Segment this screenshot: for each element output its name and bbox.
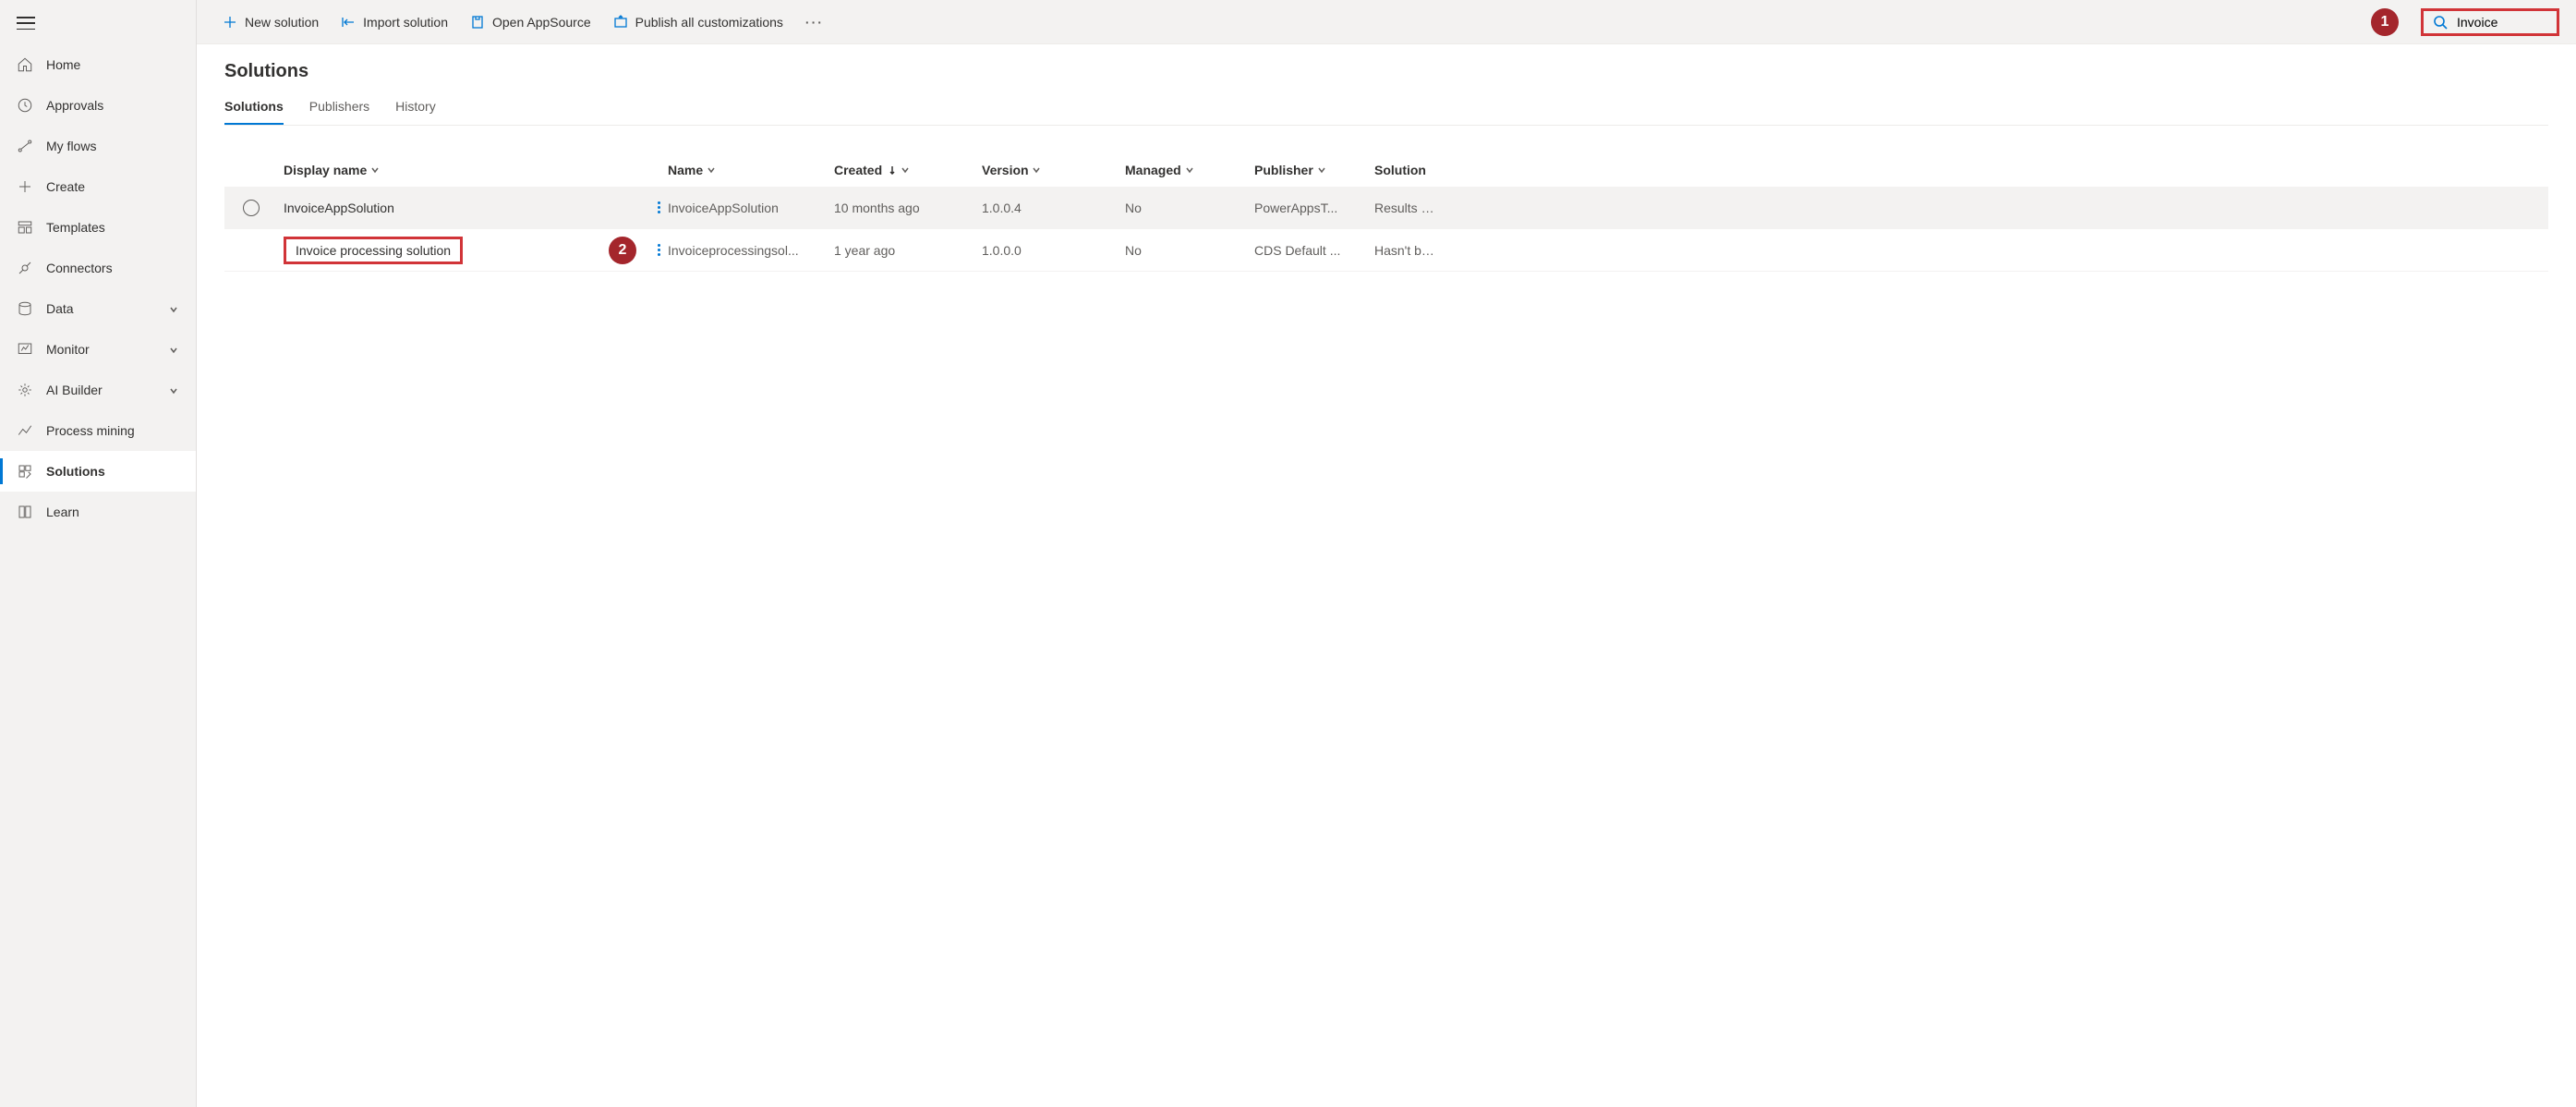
templates-icon [17,219,33,236]
cell-managed: No [1125,243,1254,258]
cell-version: 1.0.0.4 [982,201,1125,215]
cmd-label: Publish all customizations [635,15,783,30]
solutions-icon [17,463,33,480]
cell-name: Invoiceprocessingsol... [668,243,834,258]
sidebar-item-label: My flows [46,139,179,153]
learn-icon [17,504,33,520]
chevron-down-icon [1032,163,1041,177]
table-row[interactable]: Invoice processing solution 2 Invoicepro… [224,229,2548,272]
sidebar-item-label: Process mining [46,423,179,438]
sidebar-item-templates[interactable]: Templates [0,207,196,248]
chevron-down-icon [370,163,380,177]
sort-desc-icon [888,163,897,177]
hamburger-menu[interactable] [17,17,35,30]
cell-solution: Hasn't been [1374,243,1457,258]
ai-icon [17,382,33,398]
cell-publisher: PowerAppsT... [1254,201,1374,215]
sidebar-item-create[interactable]: Create [0,166,196,207]
chevron-down-icon [1317,163,1326,177]
sidebar-item-aibuilder[interactable]: AI Builder [0,370,196,410]
sidebar-item-label: AI Builder [46,383,168,397]
cell-name: InvoiceAppSolution [668,201,834,215]
appsource-icon [470,15,485,30]
sidebar-item-home[interactable]: Home [0,44,196,85]
col-created[interactable]: Created [834,163,982,177]
sidebar-item-label: Connectors [46,261,179,275]
sidebar-item-label: Approvals [46,98,179,113]
import-solution-button[interactable]: Import solution [332,9,457,35]
sidebar-item-label: Templates [46,220,179,235]
cell-created: 10 months ago [834,201,982,215]
col-displayname[interactable]: Display name [280,163,668,177]
chevron-down-icon [707,163,716,177]
cmd-label: New solution [245,15,319,30]
search-icon [2433,15,2448,30]
row-menu-button[interactable] [649,244,668,256]
sidebar-item-solutions[interactable]: Solutions [0,451,196,492]
tab-publishers[interactable]: Publishers [309,99,369,125]
approvals-icon [17,97,33,114]
chevron-down-icon [168,303,179,314]
sidebar-item-label: Monitor [46,342,168,357]
import-icon [341,15,356,30]
table-row[interactable]: InvoiceAppSolution InvoiceAppSolution 10… [224,187,2548,229]
new-solution-button[interactable]: New solution [213,9,328,35]
sidebar-item-approvals[interactable]: Approvals [0,85,196,126]
open-appsource-button[interactable]: Open AppSource [461,9,600,35]
sidebar-item-connectors[interactable]: Connectors [0,248,196,288]
col-publisher[interactable]: Publisher [1254,163,1374,177]
tab-history[interactable]: History [395,99,436,125]
sidebar-item-label: Home [46,57,179,72]
plus-icon [223,15,237,30]
sidebar-item-data[interactable]: Data [0,288,196,329]
sidebar-item-monitor[interactable]: Monitor [0,329,196,370]
solution-link[interactable]: Invoice processing solution [284,237,463,264]
cmd-label: Import solution [363,15,448,30]
col-version[interactable]: Version [982,163,1125,177]
search-box[interactable] [2421,8,2559,36]
cell-managed: No [1125,201,1254,215]
publish-icon [613,15,628,30]
chevron-down-icon [901,163,910,177]
cell-publisher: CDS Default ... [1254,243,1374,258]
search-input[interactable] [2457,15,2531,30]
flows-icon [17,138,33,154]
col-managed[interactable]: Managed [1125,163,1254,177]
connectors-icon [17,260,33,276]
sidebar-item-label: Solutions [46,464,179,479]
sidebar-item-label: Learn [46,505,179,519]
solution-link[interactable]: InvoiceAppSolution [284,201,394,215]
monitor-icon [17,341,33,358]
sidebar-item-learn[interactable]: Learn [0,492,196,532]
cell-created: 1 year ago [834,243,982,258]
col-name[interactable]: Name [668,163,834,177]
cell-solution: Results exp [1374,201,1457,215]
process-icon [17,422,33,439]
publish-all-button[interactable]: Publish all customizations [604,9,792,35]
chevron-down-icon [168,384,179,395]
col-solution[interactable]: Solution [1374,163,1457,177]
chevron-down-icon [168,344,179,355]
plus-icon [17,178,33,195]
sidebar-item-processmining[interactable]: Process mining [0,410,196,451]
cell-version: 1.0.0.0 [982,243,1125,258]
chevron-down-icon [1185,163,1194,177]
cmd-label: Open AppSource [492,15,591,30]
callout-2: 2 [609,237,636,264]
page-title: Solutions [224,61,2548,82]
sidebar-item-label: Create [46,179,179,194]
more-commands-button[interactable]: ··· [796,9,833,35]
row-menu-button[interactable] [649,201,668,213]
home-icon [17,56,33,73]
data-icon [17,300,33,317]
sidebar-item-myflows[interactable]: My flows [0,126,196,166]
sidebar-item-label: Data [46,301,168,316]
row-checkbox[interactable] [243,200,260,216]
callout-1: 1 [2371,8,2399,36]
tab-solutions[interactable]: Solutions [224,99,284,125]
